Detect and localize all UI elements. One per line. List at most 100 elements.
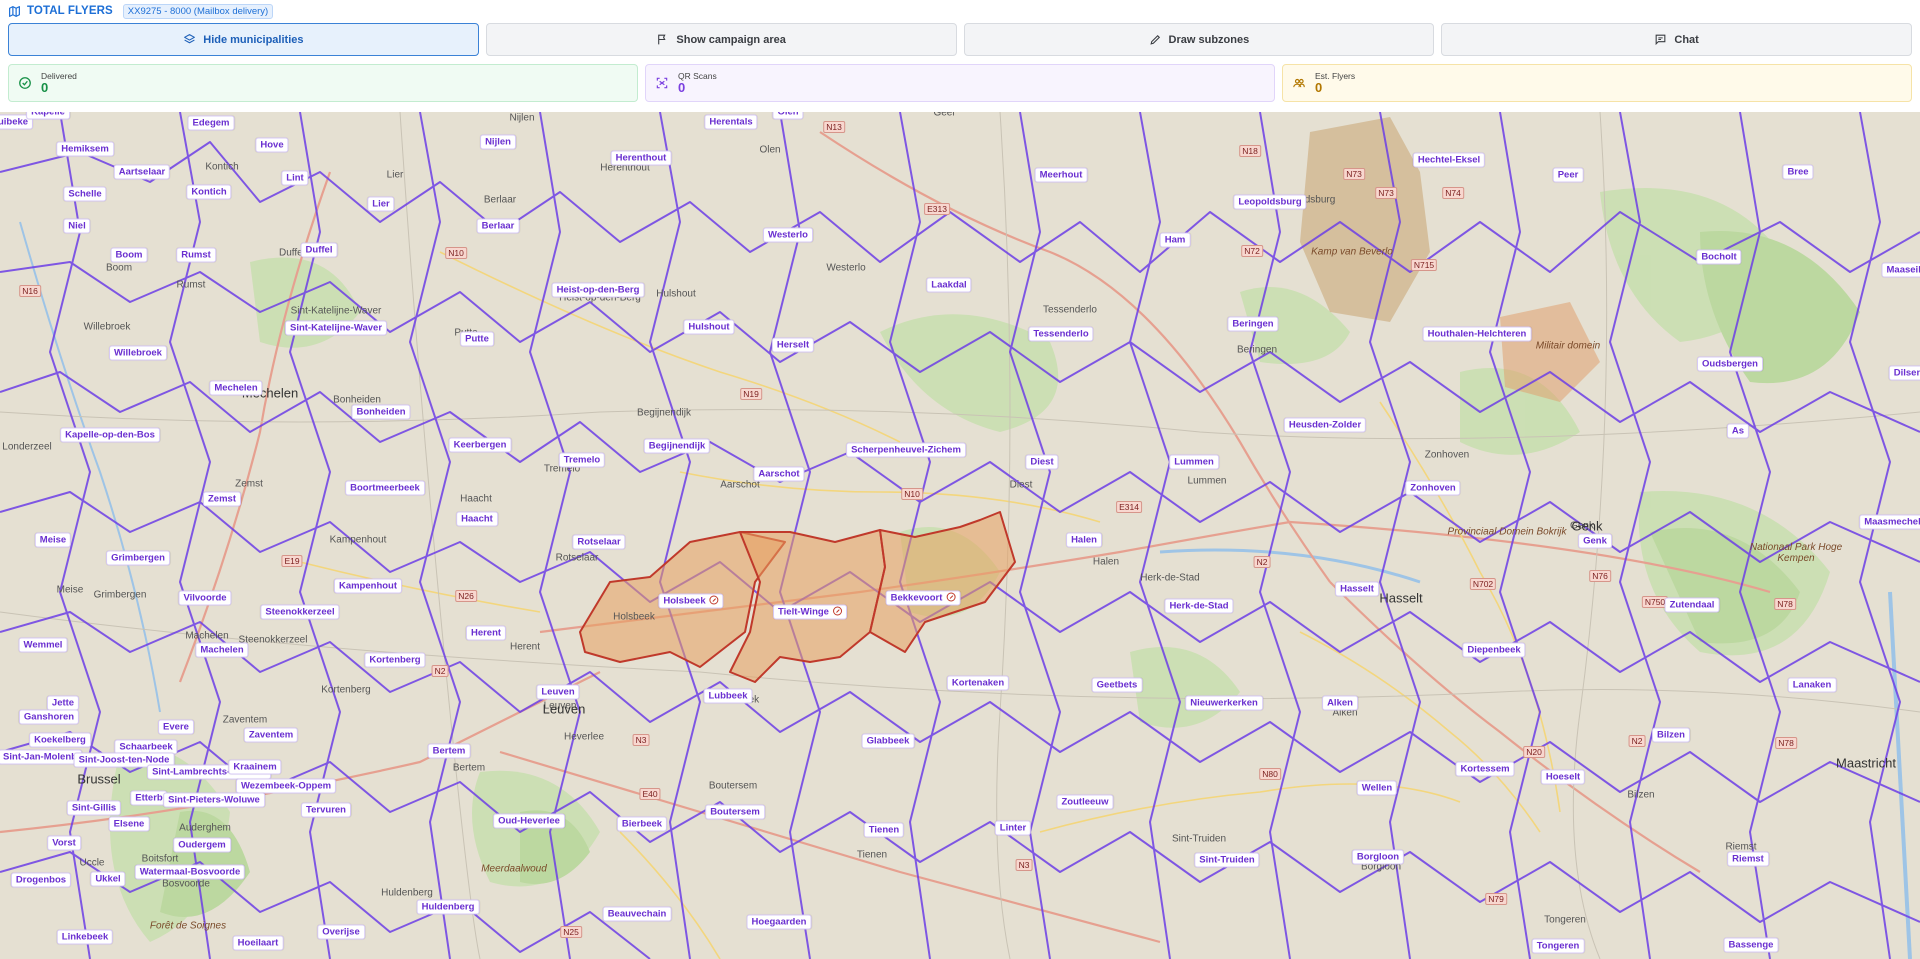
municipality-label-zaventem[interactable]: Zaventem bbox=[243, 727, 299, 743]
municipality-label-lint[interactable]: Lint bbox=[281, 170, 309, 186]
municipality-label-kortessem[interactable]: Kortessem bbox=[1455, 761, 1515, 777]
municipality-label-kampenhout[interactable]: Kampenhout bbox=[333, 578, 403, 594]
municipality-label-mechelen[interactable]: Mechelen bbox=[209, 380, 263, 396]
municipality-label-koekelberg[interactable]: Koekelberg bbox=[29, 732, 91, 748]
municipality-label-aartselaar[interactable]: Aartselaar bbox=[113, 164, 171, 180]
municipality-label-bonheiden[interactable]: Bonheiden bbox=[351, 404, 411, 420]
municipality-label-sint-truiden[interactable]: Sint-Truiden bbox=[1194, 852, 1260, 868]
municipality-label-berlaar[interactable]: Berlaar bbox=[476, 218, 520, 234]
municipality-label-heusden-zolder[interactable]: Heusden-Zolder bbox=[1283, 417, 1367, 433]
municipality-label-sint-katelijne-waver[interactable]: Sint-Katelijne-Waver bbox=[284, 320, 388, 336]
municipality-label-evere[interactable]: Evere bbox=[158, 719, 194, 735]
selected-municipality-holsbeek[interactable]: Holsbeek bbox=[658, 593, 724, 609]
municipality-label-hemiksem[interactable]: Hemiksem bbox=[56, 141, 114, 157]
municipality-label-borgloon[interactable]: Borgloon bbox=[1351, 849, 1405, 865]
municipality-label-zoutleeuw[interactable]: Zoutleeuw bbox=[1056, 794, 1114, 810]
map-canvas[interactable]: Nijlen Olen Geel Herenthout Berlaar Lier Weste… bbox=[0, 112, 1920, 959]
municipality-label-diepenbeek[interactable]: Diepenbeek bbox=[1462, 642, 1526, 658]
municipality-label-beringen[interactable]: Beringen bbox=[1227, 316, 1279, 332]
selected-municipality-tielt-winge[interactable]: Tielt-Winge bbox=[773, 604, 847, 620]
municipality-label-begijnendijk[interactable]: Begijnendijk bbox=[643, 438, 711, 454]
municipality-label-huldenberg[interactable]: Huldenberg bbox=[416, 899, 480, 915]
municipality-label-leuven[interactable]: Leuven bbox=[536, 684, 580, 700]
municipality-label-genk[interactable]: Genk bbox=[1578, 533, 1612, 549]
municipality-label-hove[interactable]: Hove bbox=[255, 137, 289, 153]
municipality-label-rotselaar[interactable]: Rotselaar bbox=[572, 534, 626, 550]
municipality-label-maasmechelen[interactable]: Maasmechelen bbox=[1859, 514, 1920, 530]
municipality-label-kortenberg[interactable]: Kortenberg bbox=[364, 652, 426, 668]
municipality-label-zonhoven[interactable]: Zonhoven bbox=[1405, 480, 1461, 496]
municipality-label-laakdal[interactable]: Laakdal bbox=[926, 277, 972, 293]
municipality-label-meerhout[interactable]: Meerhout bbox=[1034, 167, 1088, 183]
municipality-label-bertem[interactable]: Bertem bbox=[427, 743, 471, 759]
municipality-label-hoeilaart[interactable]: Hoeilaart bbox=[232, 935, 284, 951]
municipality-label-bree[interactable]: Bree bbox=[1782, 164, 1814, 180]
municipality-label-nijlen[interactable]: Nijlen bbox=[480, 134, 516, 150]
municipality-label-sint-gillis[interactable]: Sint-Gillis bbox=[66, 800, 122, 816]
chat-button[interactable]: Chat bbox=[1441, 23, 1912, 56]
municipality-label-zemst[interactable]: Zemst bbox=[203, 491, 241, 507]
municipality-label-hulshout[interactable]: Hulshout bbox=[683, 319, 735, 335]
municipality-label-herk-de-stad[interactable]: Herk-de-Stad bbox=[1164, 598, 1234, 614]
municipality-label-tremelo[interactable]: Tremelo bbox=[558, 452, 606, 468]
municipality-label-houthalen-helchteren[interactable]: Houthalen-Helchteren bbox=[1422, 326, 1532, 342]
municipality-label-linter[interactable]: Linter bbox=[994, 820, 1032, 836]
municipality-label-boom[interactable]: Boom bbox=[110, 247, 148, 263]
municipality-label-steenokkerzeel[interactable]: Steenokkerzeel bbox=[260, 604, 340, 620]
municipality-label-duffel[interactable]: Duffel bbox=[300, 242, 338, 258]
municipality-label-jette[interactable]: Jette bbox=[46, 695, 80, 711]
municipality-label-grimbergen[interactable]: Grimbergen bbox=[106, 550, 170, 566]
remove-icon[interactable] bbox=[832, 606, 842, 616]
municipality-label-bassenge[interactable]: Bassenge bbox=[1723, 937, 1779, 953]
municipality-label-halen[interactable]: Halen bbox=[1066, 532, 1102, 548]
municipality-label-meise[interactable]: Meise bbox=[34, 532, 72, 548]
municipality-label-maaseik[interactable]: Maaseik bbox=[1881, 262, 1920, 278]
municipality-label-vilvoorde[interactable]: Vilvoorde bbox=[178, 590, 232, 606]
municipality-label-boutersem[interactable]: Boutersem bbox=[705, 804, 765, 820]
municipality-label-elsene[interactable]: Elsene bbox=[108, 816, 150, 832]
municipality-label-kapelle[interactable]: Kapelle bbox=[26, 112, 70, 120]
municipality-label-drogenbos[interactable]: Drogenbos bbox=[10, 872, 72, 888]
municipality-label-wezembeek-oppem[interactable]: Wezembeek-Oppem bbox=[235, 778, 337, 794]
municipality-label-alken[interactable]: Alken bbox=[1322, 695, 1358, 711]
municipality-label-ganshoren[interactable]: Ganshoren bbox=[18, 709, 80, 725]
municipality-label-machelen[interactable]: Machelen bbox=[195, 642, 249, 658]
municipality-label-bocholt[interactable]: Bocholt bbox=[1696, 249, 1742, 265]
municipality-label-sint-jan-molenb[interactable]: Sint-Jan-Molenb bbox=[0, 749, 82, 765]
selected-municipality-bekkevoort[interactable]: Bekkevoort bbox=[885, 590, 961, 606]
municipality-label-diest[interactable]: Diest bbox=[1025, 454, 1059, 470]
municipality-label-geetbets[interactable]: Geetbets bbox=[1091, 677, 1143, 693]
municipality-label-zutendaal[interactable]: Zutendaal bbox=[1664, 597, 1720, 613]
municipality-label-oudergem[interactable]: Oudergem bbox=[173, 837, 231, 853]
municipality-label-glabbeek[interactable]: Glabbeek bbox=[861, 733, 915, 749]
municipality-label-oud-heverlee[interactable]: Oud-Heverlee bbox=[493, 813, 565, 829]
municipality-label-aarschot[interactable]: Aarschot bbox=[753, 466, 805, 482]
municipality-label-ham[interactable]: Ham bbox=[1159, 232, 1191, 248]
municipality-label-hoeselt[interactable]: Hoeselt bbox=[1540, 769, 1586, 785]
municipality-label-herent[interactable]: Herent bbox=[465, 625, 507, 641]
municipality-label-lubbeek[interactable]: Lubbeek bbox=[703, 688, 753, 704]
municipality-label-westerlo[interactable]: Westerlo bbox=[763, 227, 813, 243]
municipality-label-bierbeek[interactable]: Bierbeek bbox=[616, 816, 668, 832]
municipality-label-linkebeek[interactable]: Linkebeek bbox=[56, 929, 114, 945]
remove-icon[interactable] bbox=[709, 595, 719, 605]
municipality-label-kortenaken[interactable]: Kortenaken bbox=[946, 675, 1010, 691]
draw-subzones-button[interactable]: Draw subzones bbox=[963, 23, 1435, 56]
show-campaign-area-button[interactable]: Show campaign area bbox=[485, 23, 957, 56]
hide-municipalities-button[interactable]: Hide municipalities bbox=[8, 23, 479, 56]
municipality-label-riemst[interactable]: Riemst bbox=[1727, 851, 1769, 867]
municipality-label-leopoldsburg[interactable]: Leopoldsburg bbox=[1233, 194, 1307, 210]
municipality-label-niel[interactable]: Niel bbox=[63, 218, 91, 234]
municipality-label-keerbergen[interactable]: Keerbergen bbox=[448, 437, 512, 453]
municipality-label-kontich[interactable]: Kontich bbox=[186, 184, 232, 200]
municipality-label-tongeren[interactable]: Tongeren bbox=[1531, 938, 1585, 954]
municipality-label-tervuren[interactable]: Tervuren bbox=[301, 802, 351, 818]
municipality-label-rumst[interactable]: Rumst bbox=[176, 247, 216, 263]
municipality-label-ukkel[interactable]: Ukkel bbox=[90, 871, 126, 887]
municipality-label-hoegaarden[interactable]: Hoegaarden bbox=[746, 914, 812, 930]
municipality-label-etterb[interactable]: Etterb bbox=[130, 790, 168, 806]
remove-icon[interactable] bbox=[946, 592, 956, 602]
municipality-label-wemmel[interactable]: Wemmel bbox=[18, 637, 68, 653]
municipality-label-lummen[interactable]: Lummen bbox=[1169, 454, 1219, 470]
municipality-label-kraainem[interactable]: Kraainem bbox=[228, 759, 282, 775]
